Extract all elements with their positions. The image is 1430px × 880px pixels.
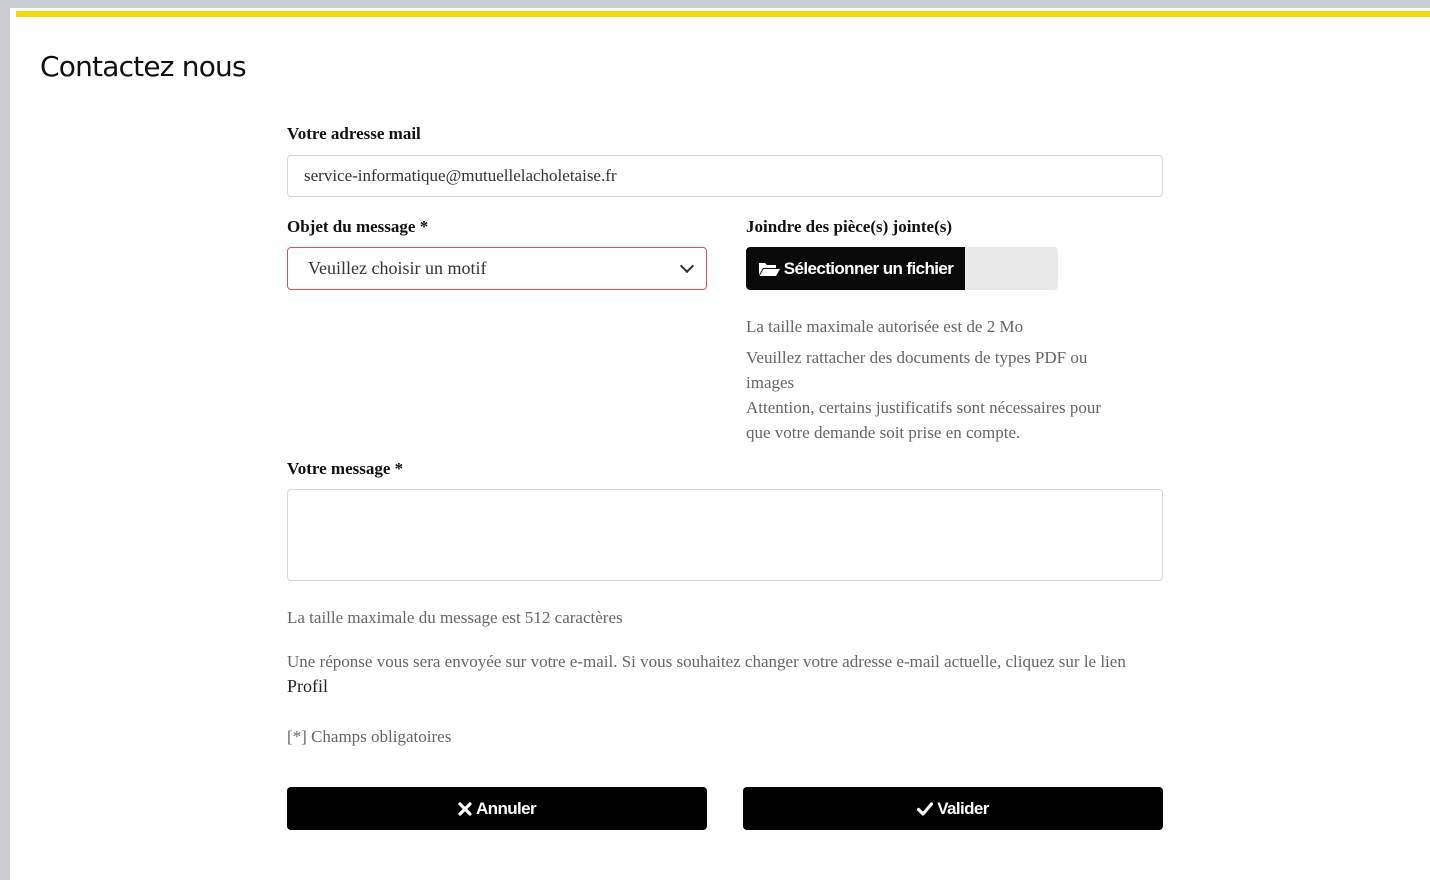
attachment-label: Joindre des pièce(s) jointe(s) — [746, 217, 953, 236]
window-frame-top — [0, 0, 1430, 8]
submit-label: Valider — [937, 798, 989, 818]
cancel-label: Annuler — [475, 798, 537, 818]
window-frame-left — [0, 0, 10, 880]
attachment-help-types: Veuillez rattacher des documents de type… — [746, 348, 1088, 392]
select-file-button[interactable]: Sélectionner un fichier — [746, 247, 965, 290]
email-label: Votre adresse mail — [287, 124, 421, 143]
subject-label: Objet du message * — [287, 217, 429, 236]
cancel-button[interactable]: Annuler — [287, 787, 707, 830]
chevron-down-icon — [679, 258, 695, 274]
message-max-info: La taille maximale du message est 512 ca… — [287, 608, 623, 627]
subject-select[interactable]: Veuillez choisir un motif — [287, 247, 707, 290]
email-field[interactable]: service-informatique@mutuellelacholetais… — [287, 155, 1163, 197]
check-icon — [917, 801, 934, 816]
reply-info: Une réponse vous sera envoyée sur votre … — [287, 652, 1126, 671]
subject-selected-value: Veuillez choisir un motif — [308, 258, 487, 278]
folder-open-icon — [758, 262, 780, 276]
header-accent-bar — [16, 11, 1430, 17]
file-input[interactable]: Sélectionner un fichier — [746, 247, 1058, 290]
message-textarea[interactable] — [287, 489, 1163, 581]
page-title: Contactez nous — [40, 50, 247, 83]
times-icon — [458, 801, 472, 816]
attachment-help-attention: Attention, certains justificatifs sont n… — [746, 398, 1102, 442]
select-file-label: Sélectionner un fichier — [783, 258, 954, 278]
message-label: Votre message * — [287, 459, 404, 478]
reply-info-text: Une réponse vous sera envoyée sur votre … — [287, 649, 1167, 699]
profile-link[interactable]: Profil — [287, 676, 328, 696]
required-fields-note: [*] Champs obligatoires — [287, 727, 452, 746]
submit-button[interactable]: Valider — [743, 787, 1163, 830]
email-value: service-informatique@mutuellelacholetais… — [304, 166, 617, 185]
attachment-help-size: La taille maximale autorisée est de 2 Mo — [746, 317, 1024, 336]
